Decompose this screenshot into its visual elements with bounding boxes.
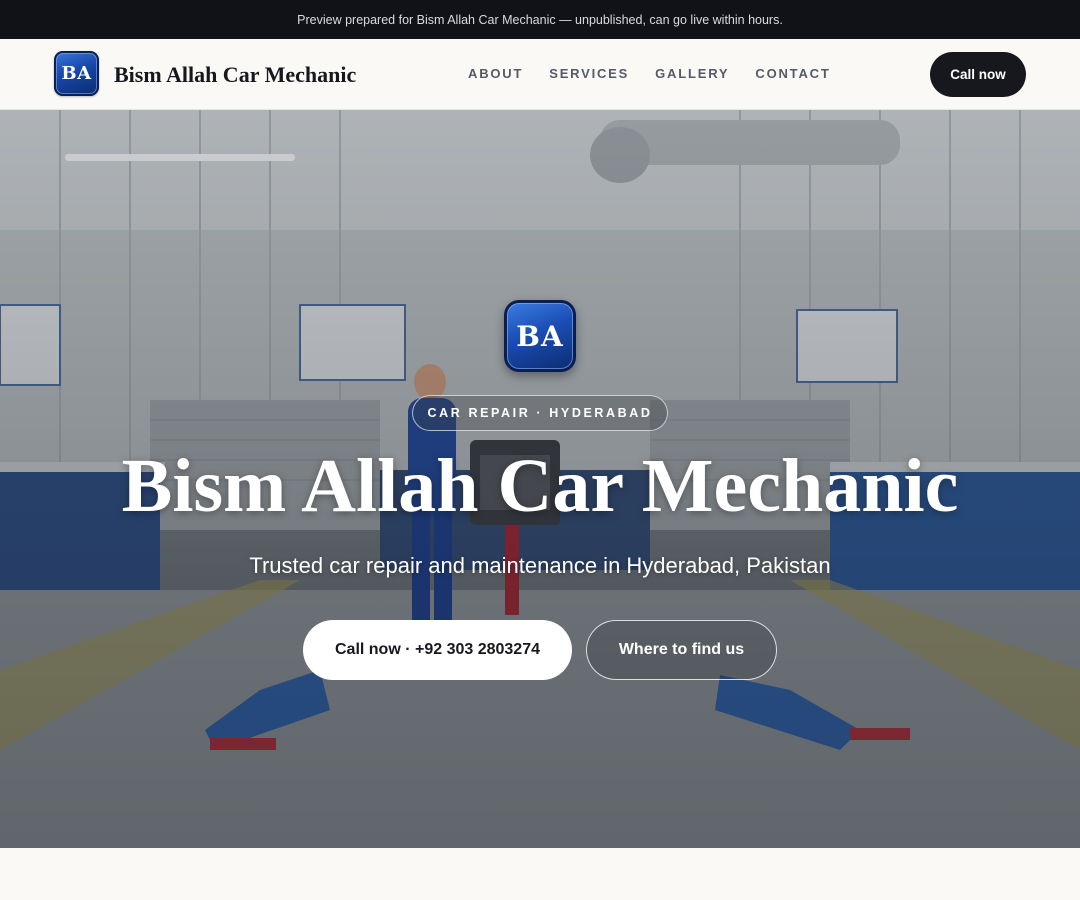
preview-notice-text: Preview prepared for Bism Allah Car Mech… <box>297 12 783 27</box>
brand-name[interactable]: Bism Allah Car Mechanic <box>114 62 356 88</box>
header-call-now-button[interactable]: Call now <box>930 52 1026 97</box>
nav-link-contact[interactable]: CONTACT <box>755 66 830 81</box>
site-header: BA Bism Allah Car Mechanic ABOUT SERVICE… <box>0 39 1080 110</box>
brand-logo-initials: BA <box>61 63 92 84</box>
hero-call-now-button[interactable]: Call now · +92 303 2803274 <box>303 620 572 680</box>
brand-logo-icon[interactable]: BA <box>54 51 99 96</box>
hero-subtitle: Trusted car repair and maintenance in Hy… <box>249 553 831 578</box>
nav-link-gallery[interactable]: GALLERY <box>655 66 729 81</box>
hero-category-badge: CAR REPAIR · HYDERABAD <box>412 395 668 431</box>
nav-link-services[interactable]: SERVICES <box>549 66 629 81</box>
hero-logo-initials: BA <box>516 319 564 353</box>
hero-find-us-button[interactable]: Where to find us <box>586 620 777 680</box>
hero-section: BA CAR REPAIR · HYDERABAD Bism Allah Car… <box>0 110 1080 848</box>
main-nav: ABOUT SERVICES GALLERY CONTACT <box>468 66 857 81</box>
hero-title: Bism Allah Car Mechanic <box>121 444 959 528</box>
preview-notice-bar: Preview prepared for Bism Allah Car Mech… <box>0 0 1080 39</box>
nav-link-about[interactable]: ABOUT <box>468 66 523 81</box>
hero-logo-icon: BA <box>504 300 576 372</box>
next-section-start <box>0 848 1080 900</box>
